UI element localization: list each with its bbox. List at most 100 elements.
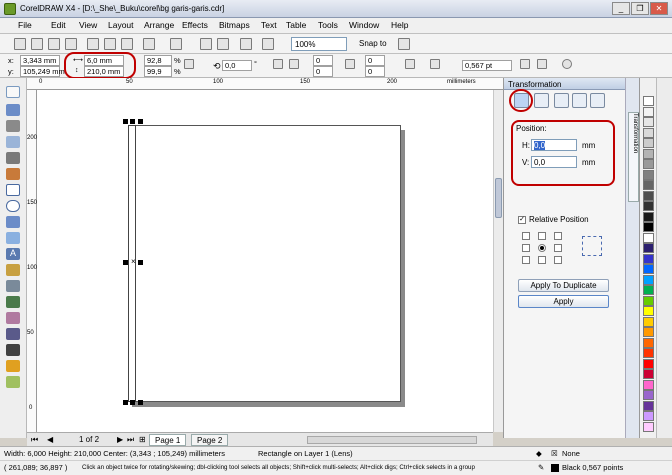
x-position-field[interactable]: 3,343 mm bbox=[20, 55, 60, 66]
anchor-bottom-center[interactable] bbox=[538, 256, 546, 264]
save-icon[interactable] bbox=[48, 38, 60, 50]
menu-bitmaps[interactable]: Bitmaps bbox=[219, 20, 250, 30]
new-document-icon[interactable] bbox=[14, 38, 26, 50]
tab-page-1[interactable]: Page 1 bbox=[149, 434, 187, 446]
print-icon[interactable] bbox=[65, 38, 77, 50]
parallel-dimension-tool-icon[interactable] bbox=[6, 280, 20, 292]
color-swatch[interactable] bbox=[643, 379, 654, 390]
first-page-icon[interactable]: ⏮ bbox=[31, 435, 38, 445]
copy-icon[interactable] bbox=[104, 38, 116, 50]
to-front-icon[interactable] bbox=[520, 59, 530, 69]
color-swatch[interactable] bbox=[643, 127, 654, 138]
mirror-vertical-icon[interactable] bbox=[289, 59, 299, 69]
anchor-top-left[interactable] bbox=[522, 232, 530, 240]
cut-icon[interactable] bbox=[87, 38, 99, 50]
apply-button[interactable]: Apply bbox=[518, 295, 609, 308]
color-swatch[interactable] bbox=[643, 117, 654, 127]
table-tool-icon[interactable] bbox=[6, 264, 20, 276]
color-swatch[interactable] bbox=[643, 358, 654, 369]
wrap-text-icon[interactable] bbox=[405, 59, 415, 69]
undo-icon[interactable] bbox=[143, 38, 155, 50]
scale-mirror-tab-icon[interactable] bbox=[554, 93, 569, 108]
selection-handle[interactable] bbox=[138, 260, 143, 265]
menu-file[interactable]: File bbox=[18, 20, 32, 30]
ellipse-tool-icon[interactable] bbox=[6, 200, 20, 212]
color-swatch[interactable] bbox=[643, 285, 654, 295]
color-swatch[interactable] bbox=[643, 390, 654, 400]
connector-tool-icon[interactable] bbox=[6, 296, 20, 308]
next-page-icon[interactable]: ▶ bbox=[117, 435, 123, 444]
polygon-tool-icon[interactable] bbox=[6, 216, 20, 228]
anchor-top-center[interactable] bbox=[538, 232, 546, 240]
relative-position-checkbox[interactable]: ✓ bbox=[518, 216, 526, 224]
options-icon[interactable] bbox=[398, 38, 410, 50]
menu-help[interactable]: Help bbox=[391, 20, 408, 30]
horizontal-scrollbar[interactable] bbox=[307, 436, 477, 444]
crop-tool-icon[interactable] bbox=[6, 120, 20, 132]
restore-button[interactable]: ❐ bbox=[631, 2, 649, 15]
color-swatch[interactable] bbox=[643, 337, 654, 348]
menu-tools[interactable]: Tools bbox=[318, 20, 338, 30]
menu-layout[interactable]: Layout bbox=[108, 20, 134, 30]
previous-page-icon[interactable]: ◀ bbox=[47, 435, 53, 444]
apply-to-duplicate-button[interactable]: Apply To Duplicate bbox=[518, 279, 609, 292]
color-swatch[interactable] bbox=[643, 211, 654, 222]
selection-handle[interactable] bbox=[123, 119, 128, 124]
to-back-icon[interactable] bbox=[537, 59, 547, 69]
color-swatch[interactable] bbox=[643, 348, 654, 358]
zoom-tool-icon[interactable] bbox=[6, 136, 20, 148]
horizontal-ruler[interactable]: 0 50 100 150 200 millimeters bbox=[27, 78, 503, 90]
coreldraw-app-icon[interactable] bbox=[4, 3, 16, 15]
color-swatch[interactable] bbox=[643, 306, 654, 316]
scale-width-field[interactable]: 92,8 bbox=[144, 55, 172, 66]
import-icon[interactable] bbox=[200, 38, 212, 50]
color-swatch[interactable] bbox=[643, 243, 654, 253]
smart-fill-tool-icon[interactable] bbox=[6, 168, 20, 180]
size-tab-icon[interactable] bbox=[572, 93, 587, 108]
color-swatch[interactable] bbox=[643, 232, 654, 243]
corner-top-left-field[interactable]: 0 bbox=[313, 55, 333, 66]
fill-tool-icon[interactable] bbox=[6, 360, 20, 372]
anchor-top-right[interactable] bbox=[554, 232, 562, 240]
last-page-icon[interactable]: ⏭ bbox=[127, 435, 134, 445]
menu-window[interactable]: Window bbox=[349, 20, 379, 30]
anchor-bottom-right[interactable] bbox=[554, 256, 562, 264]
anchor-middle-right[interactable] bbox=[554, 244, 562, 252]
anchor-middle-left[interactable] bbox=[522, 244, 530, 252]
color-swatch[interactable] bbox=[643, 274, 654, 285]
y-position-field[interactable]: 105,249 mm bbox=[20, 66, 65, 77]
rectangle-tool-icon[interactable] bbox=[6, 184, 20, 196]
minimize-button[interactable]: _ bbox=[612, 2, 630, 15]
color-swatch[interactable] bbox=[643, 96, 654, 106]
menu-effects[interactable]: Effects bbox=[182, 20, 208, 30]
color-swatch[interactable] bbox=[643, 201, 654, 211]
snap-to-dropdown[interactable]: Snap to bbox=[359, 39, 387, 48]
convert-to-curves-icon[interactable] bbox=[562, 59, 572, 69]
blend-tool-icon[interactable] bbox=[6, 312, 20, 324]
color-swatch[interactable] bbox=[643, 138, 654, 148]
menu-view[interactable]: View bbox=[79, 20, 97, 30]
corner-top-right-field[interactable]: 0 bbox=[365, 55, 385, 66]
color-swatch[interactable] bbox=[643, 222, 654, 232]
eyedropper-tool-icon[interactable] bbox=[6, 328, 20, 340]
vertical-scrollbar[interactable] bbox=[493, 90, 503, 432]
welcome-screen-icon[interactable] bbox=[262, 38, 274, 50]
open-icon[interactable] bbox=[31, 38, 43, 50]
color-swatch[interactable] bbox=[643, 180, 654, 190]
menu-table[interactable]: Table bbox=[286, 20, 306, 30]
scroll-thumb[interactable] bbox=[495, 178, 502, 218]
menu-edit[interactable]: Edit bbox=[51, 20, 66, 30]
outline-tool-icon[interactable] bbox=[6, 344, 20, 356]
round-corners-lock-icon[interactable] bbox=[345, 59, 355, 69]
selection-handle[interactable] bbox=[123, 260, 128, 265]
scale-height-field[interactable]: 99,9 bbox=[144, 66, 172, 77]
outline-width-select[interactable]: 0,567 pt bbox=[462, 60, 512, 71]
selection-handle[interactable] bbox=[138, 119, 143, 124]
add-page-icon[interactable]: ⊞ bbox=[139, 435, 146, 444]
color-swatch[interactable] bbox=[643, 369, 654, 379]
color-swatch[interactable] bbox=[643, 295, 654, 306]
pick-tool-icon[interactable] bbox=[6, 86, 20, 98]
selection-handle[interactable] bbox=[138, 400, 143, 405]
export-icon[interactable] bbox=[217, 38, 229, 50]
zoom-level-select[interactable]: 100% bbox=[291, 37, 347, 51]
